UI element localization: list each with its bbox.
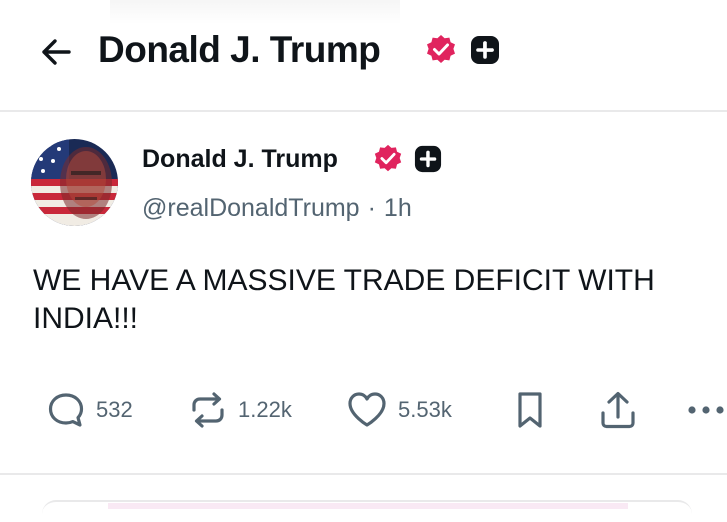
header-badges — [424, 33, 500, 67]
repost-button[interactable]: 1.22k — [188, 385, 292, 435]
author-badges — [372, 143, 442, 175]
top-fade — [110, 0, 400, 24]
comment-bubble-icon — [48, 393, 84, 427]
like-button[interactable]: 5.53k — [346, 385, 452, 435]
back-button[interactable] — [34, 30, 78, 74]
plus-square-icon — [471, 36, 499, 64]
avatar[interactable] — [31, 139, 118, 226]
header-divider — [0, 110, 727, 112]
post-divider — [0, 473, 727, 475]
post-time[interactable]: 1h — [384, 194, 412, 223]
reply-button[interactable]: 532 — [46, 385, 133, 435]
repost-count: 1.22k — [238, 397, 292, 422]
next-card-accent — [108, 503, 628, 509]
author-handle[interactable]: @realDonaldTrump — [142, 194, 360, 223]
meta-separator: · — [367, 193, 376, 222]
repost-arrows-icon — [192, 392, 224, 428]
bookmark-icon — [518, 392, 542, 428]
author-name[interactable]: Donald J. Trump — [142, 141, 338, 177]
more-button[interactable] — [686, 385, 726, 435]
page-title: Donald J. Trump — [98, 29, 381, 70]
more-dots-icon — [688, 406, 724, 414]
heart-icon — [348, 392, 386, 427]
verified-badge-icon — [374, 144, 402, 172]
share-button[interactable] — [598, 385, 638, 435]
reply-count: 532 — [96, 397, 133, 422]
avatar-image — [31, 139, 118, 226]
author-meta: @realDonaldTrump · 1h — [142, 190, 412, 226]
verified-badge-icon — [427, 35, 455, 63]
top-bar: Donald J. Trump — [0, 0, 727, 110]
bookmark-button[interactable] — [512, 385, 548, 435]
action-bar: 532 1.22k 5.53k — [0, 385, 727, 435]
like-count: 5.53k — [398, 397, 452, 422]
arrow-left-icon — [42, 39, 71, 65]
post-text: WE HAVE A MASSIVE TRADE DEFICIT WITH IND… — [33, 264, 655, 335]
share-upload-icon — [601, 391, 635, 429]
plus-square-icon — [414, 145, 442, 173]
